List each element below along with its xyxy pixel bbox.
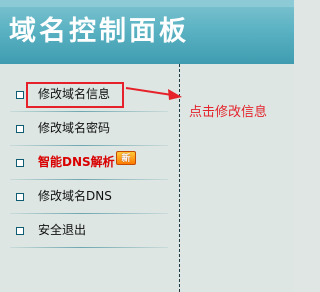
sidebar-item-change-domain-password[interactable]: 修改域名密码 [0,112,170,146]
sidebar-item-logout[interactable]: 安全退出 [0,214,170,248]
new-badge-icon: 新 [116,151,136,165]
arrow-head [168,89,182,100]
divider [10,247,168,248]
main-content: 修改域名信息 修改域名密码 智能DNS解析 新 修改域名DNS 安全退出 点击修… [0,64,294,292]
red-arrow-icon [125,87,182,100]
sidebar-item-label: 修改域名DNS [38,189,112,203]
square-bullet-icon [16,227,24,235]
sidebar-item-label: 修改域名密码 [38,121,111,135]
square-bullet-icon [16,193,24,201]
annotation-text: 点击修改信息 [189,105,268,120]
sidebar-item-label: 智能DNS解析 [38,155,115,169]
square-bullet-icon [16,91,24,99]
header-top-strip [0,0,294,7]
sidebar-item-change-domain-dns[interactable]: 修改域名DNS [0,180,170,214]
sidebar-item-label: 修改域名信息 [38,87,111,101]
square-bullet-icon [16,159,24,167]
sidebar-item-label: 安全退出 [38,223,87,237]
sidebar-item-smart-dns[interactable]: 智能DNS解析 新 [0,146,170,180]
arrow-shaft [125,87,173,96]
square-bullet-icon [16,125,24,133]
header-banner: 域名控制面板 [0,0,294,64]
page-title: 域名控制面板 [9,16,189,47]
